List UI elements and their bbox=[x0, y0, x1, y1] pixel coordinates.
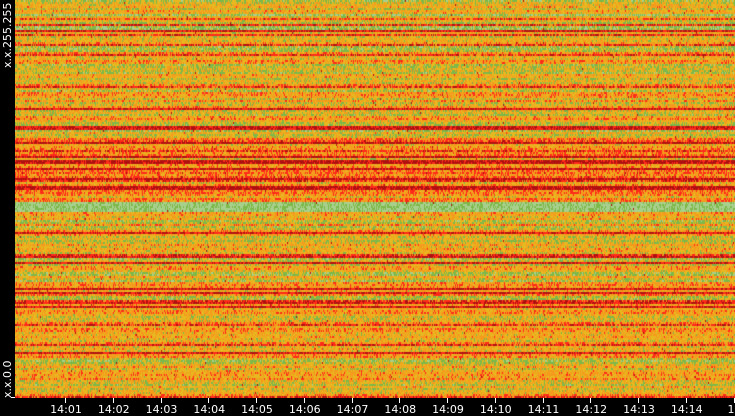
x-tick-label: 14 bbox=[728, 403, 735, 416]
x-tick-label: 14:09 bbox=[432, 403, 464, 416]
x-tick-label: 14:06 bbox=[289, 403, 321, 416]
y-tick-label-bottom: x.x.0.0 bbox=[1, 360, 14, 398]
x-tick-label: 14:01 bbox=[50, 403, 82, 416]
x-tick-label: 14:04 bbox=[193, 403, 225, 416]
x-tick-label: 14:03 bbox=[146, 403, 178, 416]
x-tick-label: 14:13 bbox=[623, 403, 655, 416]
x-tick-label: 14:14 bbox=[671, 403, 703, 416]
y-axis-tick bbox=[11, 397, 15, 398]
x-tick-label: 14:05 bbox=[241, 403, 273, 416]
x-tick-label: 14:08 bbox=[384, 403, 416, 416]
x-tick-label: 14:07 bbox=[337, 403, 369, 416]
y-tick-label-top: x.x.255.255 bbox=[1, 2, 14, 68]
x-tick-label: 14:10 bbox=[480, 403, 512, 416]
x-tick-label: 14:02 bbox=[98, 403, 130, 416]
x-tick-label: 14:11 bbox=[528, 403, 560, 416]
x-tick-label: 14:12 bbox=[575, 403, 607, 416]
heatmap-plot-area[interactable] bbox=[15, 0, 735, 398]
